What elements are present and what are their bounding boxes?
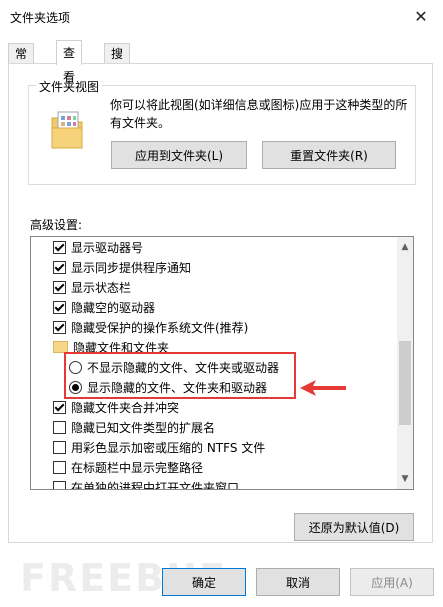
list-item-hide-merge-conflicts[interactable]: 隐藏文件夹合并冲突 bbox=[53, 397, 179, 417]
list-item-label: 用彩色显示加密或压缩的 NTFS 文件 bbox=[71, 440, 266, 455]
list-item-hide-extensions[interactable]: 隐藏已知文件类型的扩展名 bbox=[53, 417, 215, 437]
scroll-up-icon[interactable]: ▲ bbox=[397, 239, 413, 255]
list-item-color-ntfs[interactable]: 用彩色显示加密或压缩的 NTFS 文件 bbox=[53, 437, 265, 457]
window-title: 文件夹选项 bbox=[10, 11, 71, 25]
list-item-label: 显示驱动器号 bbox=[71, 240, 144, 255]
list-item-show-sync-notifications[interactable]: 显示同步提供程序通知 bbox=[53, 257, 191, 277]
scroll-down-icon[interactable]: ▼ bbox=[397, 471, 413, 487]
list-item-label: 在单独的进程中打开文件夹窗口 bbox=[71, 480, 240, 490]
list-item-label: 在标题栏中显示完整路径 bbox=[71, 460, 204, 475]
list-item-label: 显示同步提供程序通知 bbox=[71, 260, 192, 275]
folder-views-description: 你可以将此视图(如详细信息或图标)应用于这种类型的所有文件夹。 bbox=[110, 98, 408, 130]
scroll-thumb[interactable] bbox=[399, 341, 411, 425]
tab-view[interactable]: 查看 bbox=[56, 40, 83, 84]
checkbox-unchecked-icon[interactable] bbox=[53, 480, 66, 489]
close-icon[interactable]: ✕ bbox=[399, 0, 443, 32]
list-item-label: 隐藏文件夹合并冲突 bbox=[71, 400, 180, 415]
tab-view-label: 查看 bbox=[63, 46, 76, 84]
list-item-hide-protected-os-files[interactable]: 隐藏受保护的操作系统文件(推荐) bbox=[53, 317, 248, 337]
title-bar: 文件夹选项 ✕ bbox=[0, 0, 443, 32]
checkbox-checked-icon[interactable] bbox=[53, 400, 66, 414]
list-item-show-status-bar[interactable]: 显示状态栏 bbox=[53, 277, 131, 297]
list-scrollbar[interactable]: ▲ ▼ bbox=[397, 237, 413, 489]
checkbox-unchecked-icon[interactable] bbox=[53, 440, 66, 454]
list-item-hide-empty-drives[interactable]: 隐藏空的驱动器 bbox=[53, 297, 155, 317]
annotation-arrow-icon bbox=[300, 380, 346, 396]
ok-button[interactable]: 确定 bbox=[162, 568, 246, 596]
restore-defaults-button[interactable]: 还原为默认值(D) bbox=[294, 513, 414, 541]
checkbox-unchecked-icon[interactable] bbox=[53, 420, 66, 434]
tab-general[interactable]: 常规 bbox=[8, 43, 35, 81]
list-item-label: 显示状态栏 bbox=[71, 280, 132, 295]
list-item-full-path-title[interactable]: 在标题栏中显示完整路径 bbox=[53, 457, 203, 477]
apply-button[interactable]: 应用(A) bbox=[350, 568, 434, 596]
list-item-separate-process[interactable]: 在单独的进程中打开文件夹窗口 bbox=[53, 477, 239, 489]
checkbox-checked-icon[interactable] bbox=[53, 240, 66, 254]
apply-to-folders-button[interactable]: 应用到文件夹(L) bbox=[111, 141, 247, 169]
checkbox-unchecked-icon[interactable] bbox=[53, 460, 66, 474]
checkbox-checked-icon[interactable] bbox=[53, 280, 66, 294]
list-item-show-drive-letters[interactable]: 显示驱动器号 bbox=[53, 237, 143, 257]
advanced-settings-label: 高级设置: bbox=[30, 218, 83, 232]
reset-folders-button[interactable]: 重置文件夹(R) bbox=[262, 141, 396, 169]
list-item-label: 隐藏受保护的操作系统文件(推荐) bbox=[71, 320, 249, 335]
tab-search[interactable]: 搜索 bbox=[104, 43, 131, 81]
checkbox-checked-icon[interactable] bbox=[53, 320, 66, 334]
list-item-label: 隐藏空的驱动器 bbox=[71, 300, 156, 315]
cancel-button[interactable]: 取消 bbox=[256, 568, 340, 596]
list-item-label: 隐藏已知文件类型的扩展名 bbox=[71, 420, 216, 435]
checkbox-checked-icon[interactable] bbox=[53, 260, 66, 274]
checkbox-checked-icon[interactable] bbox=[53, 300, 66, 314]
folder-views-icon bbox=[51, 111, 83, 149]
annotation-highlight-box bbox=[64, 352, 296, 399]
